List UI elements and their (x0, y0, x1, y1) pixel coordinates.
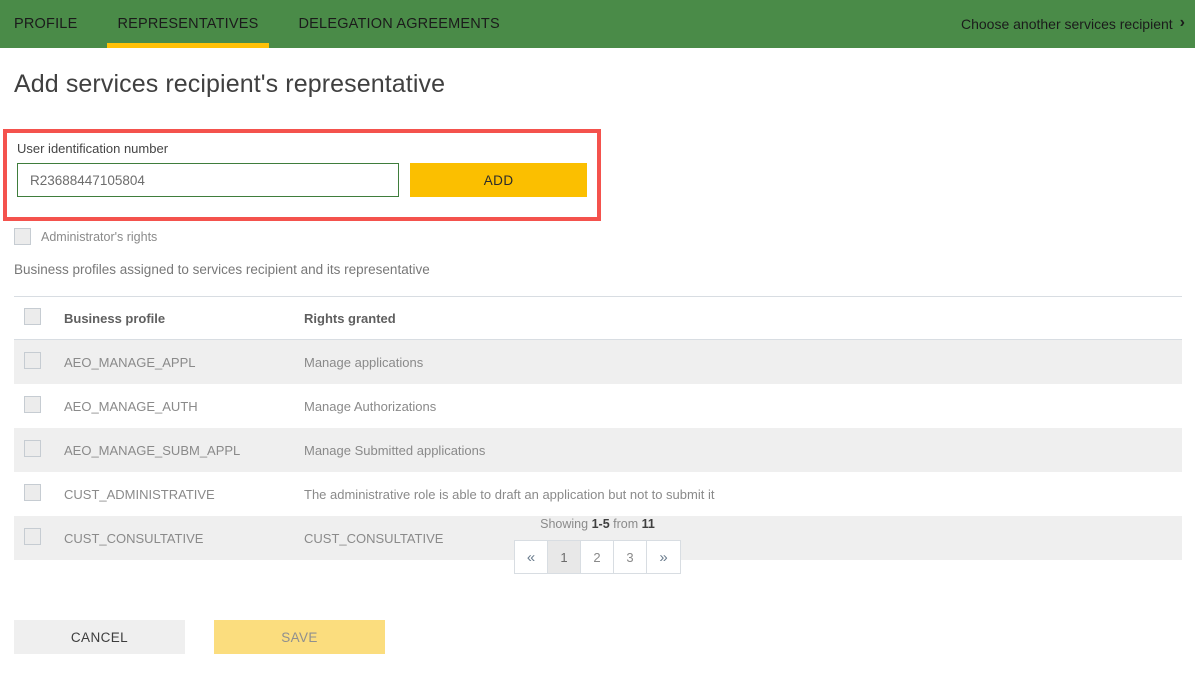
choose-another-recipient-link[interactable]: Choose another services recipient › (961, 0, 1195, 48)
pagination-section: Showing 1-5 from 11 « 1 2 3 » (0, 517, 1195, 574)
row-select-cell (14, 428, 64, 472)
column-header-business-profile: Business profile (64, 296, 304, 340)
pagination-page-3[interactable]: 3 (614, 541, 647, 573)
cell-business-profile: AEO_MANAGE_AUTH (64, 398, 198, 414)
select-all-header (14, 296, 64, 340)
administrator-rights-label: Administrator's rights (41, 229, 158, 244)
table-row[interactable]: CUST_ADMINISTRATIVE The administrative r… (14, 472, 1182, 516)
showing-middle: from (613, 517, 639, 531)
row-select-cell (14, 384, 64, 428)
column-header-rights-granted: Rights granted (304, 296, 1182, 340)
page-title: Add services recipient's representative (14, 70, 446, 98)
cell-business-profile: CUST_ADMINISTRATIVE (64, 486, 215, 502)
business-profiles-subtitle: Business profiles assigned to services r… (14, 262, 430, 277)
pagination-first-icon[interactable]: « (515, 541, 548, 573)
save-button[interactable]: SAVE (214, 620, 385, 654)
row-checkbox[interactable] (24, 440, 41, 457)
cell-business-profile: AEO_MANAGE_APPL (64, 339, 304, 384)
tab-profile-label: PROFILE (14, 16, 78, 32)
pagination-controls: « 1 2 3 » (514, 540, 681, 574)
cell-business-profile: AEO_MANAGE_SUBM_APPL (64, 428, 304, 472)
table-header-row: Business profile Rights granted (14, 296, 1182, 340)
row-select-cell (14, 472, 64, 516)
row-select-cell (14, 339, 64, 384)
pagination-page-2[interactable]: 2 (581, 541, 614, 573)
user-identification-row: ADD (17, 163, 587, 197)
user-identification-highlight-box: User identification number ADD (3, 129, 601, 221)
cell-rights-granted: The administrative role is able to draft… (304, 486, 715, 502)
cancel-button[interactable]: CANCEL (14, 620, 185, 654)
pagination-page-1[interactable]: 1 (548, 541, 581, 573)
pagination-last-icon[interactable]: » (647, 541, 680, 573)
top-navigation-bar: PROFILE REPRESENTATIVES DELEGATION AGREE… (0, 0, 1195, 48)
row-checkbox[interactable] (24, 352, 41, 369)
cell-rights-granted: Manage Authorizations (304, 398, 437, 414)
table-row[interactable]: AEO_MANAGE_SUBM_APPL Manage Submitted ap… (14, 428, 1182, 472)
tab-representatives[interactable]: REPRESENTATIVES (97, 0, 278, 48)
tab-list: PROFILE REPRESENTATIVES DELEGATION AGREE… (0, 0, 520, 48)
cell-rights-granted: Manage applications (304, 339, 1182, 384)
table-header: Business profile Rights granted (14, 296, 1182, 340)
select-all-checkbox[interactable] (24, 308, 41, 325)
showing-prefix: Showing (540, 517, 589, 531)
administrator-rights-row[interactable]: Administrator's rights (14, 228, 157, 245)
tab-profile[interactable]: PROFILE (0, 0, 97, 48)
showing-range: 1-5 (591, 517, 610, 531)
user-identification-label: User identification number (17, 141, 169, 156)
row-checkbox[interactable] (24, 484, 41, 501)
showing-total: 11 (641, 517, 655, 531)
table-row[interactable]: AEO_MANAGE_APPL Manage applications (14, 339, 1182, 384)
chevron-right-icon: › (1179, 14, 1185, 31)
showing-summary: Showing 1-5 from 11 (0, 517, 1195, 531)
footer-actions: CANCEL SAVE (14, 620, 385, 654)
choose-another-recipient-label: Choose another services recipient (961, 16, 1173, 32)
table-row[interactable]: AEO_MANAGE_AUTH Manage Authorizations (14, 384, 1182, 428)
row-checkbox[interactable] (24, 396, 41, 413)
tab-representatives-label: REPRESENTATIVES (117, 16, 259, 32)
tab-delegation-agreements-label: DELEGATION AGREEMENTS (298, 16, 500, 32)
add-button[interactable]: ADD (410, 163, 587, 197)
cell-rights-granted: Manage Submitted applications (304, 428, 1182, 472)
administrator-rights-checkbox[interactable] (14, 228, 31, 245)
user-identification-input[interactable] (17, 163, 400, 197)
tab-delegation-agreements[interactable]: DELEGATION AGREEMENTS (279, 0, 520, 48)
